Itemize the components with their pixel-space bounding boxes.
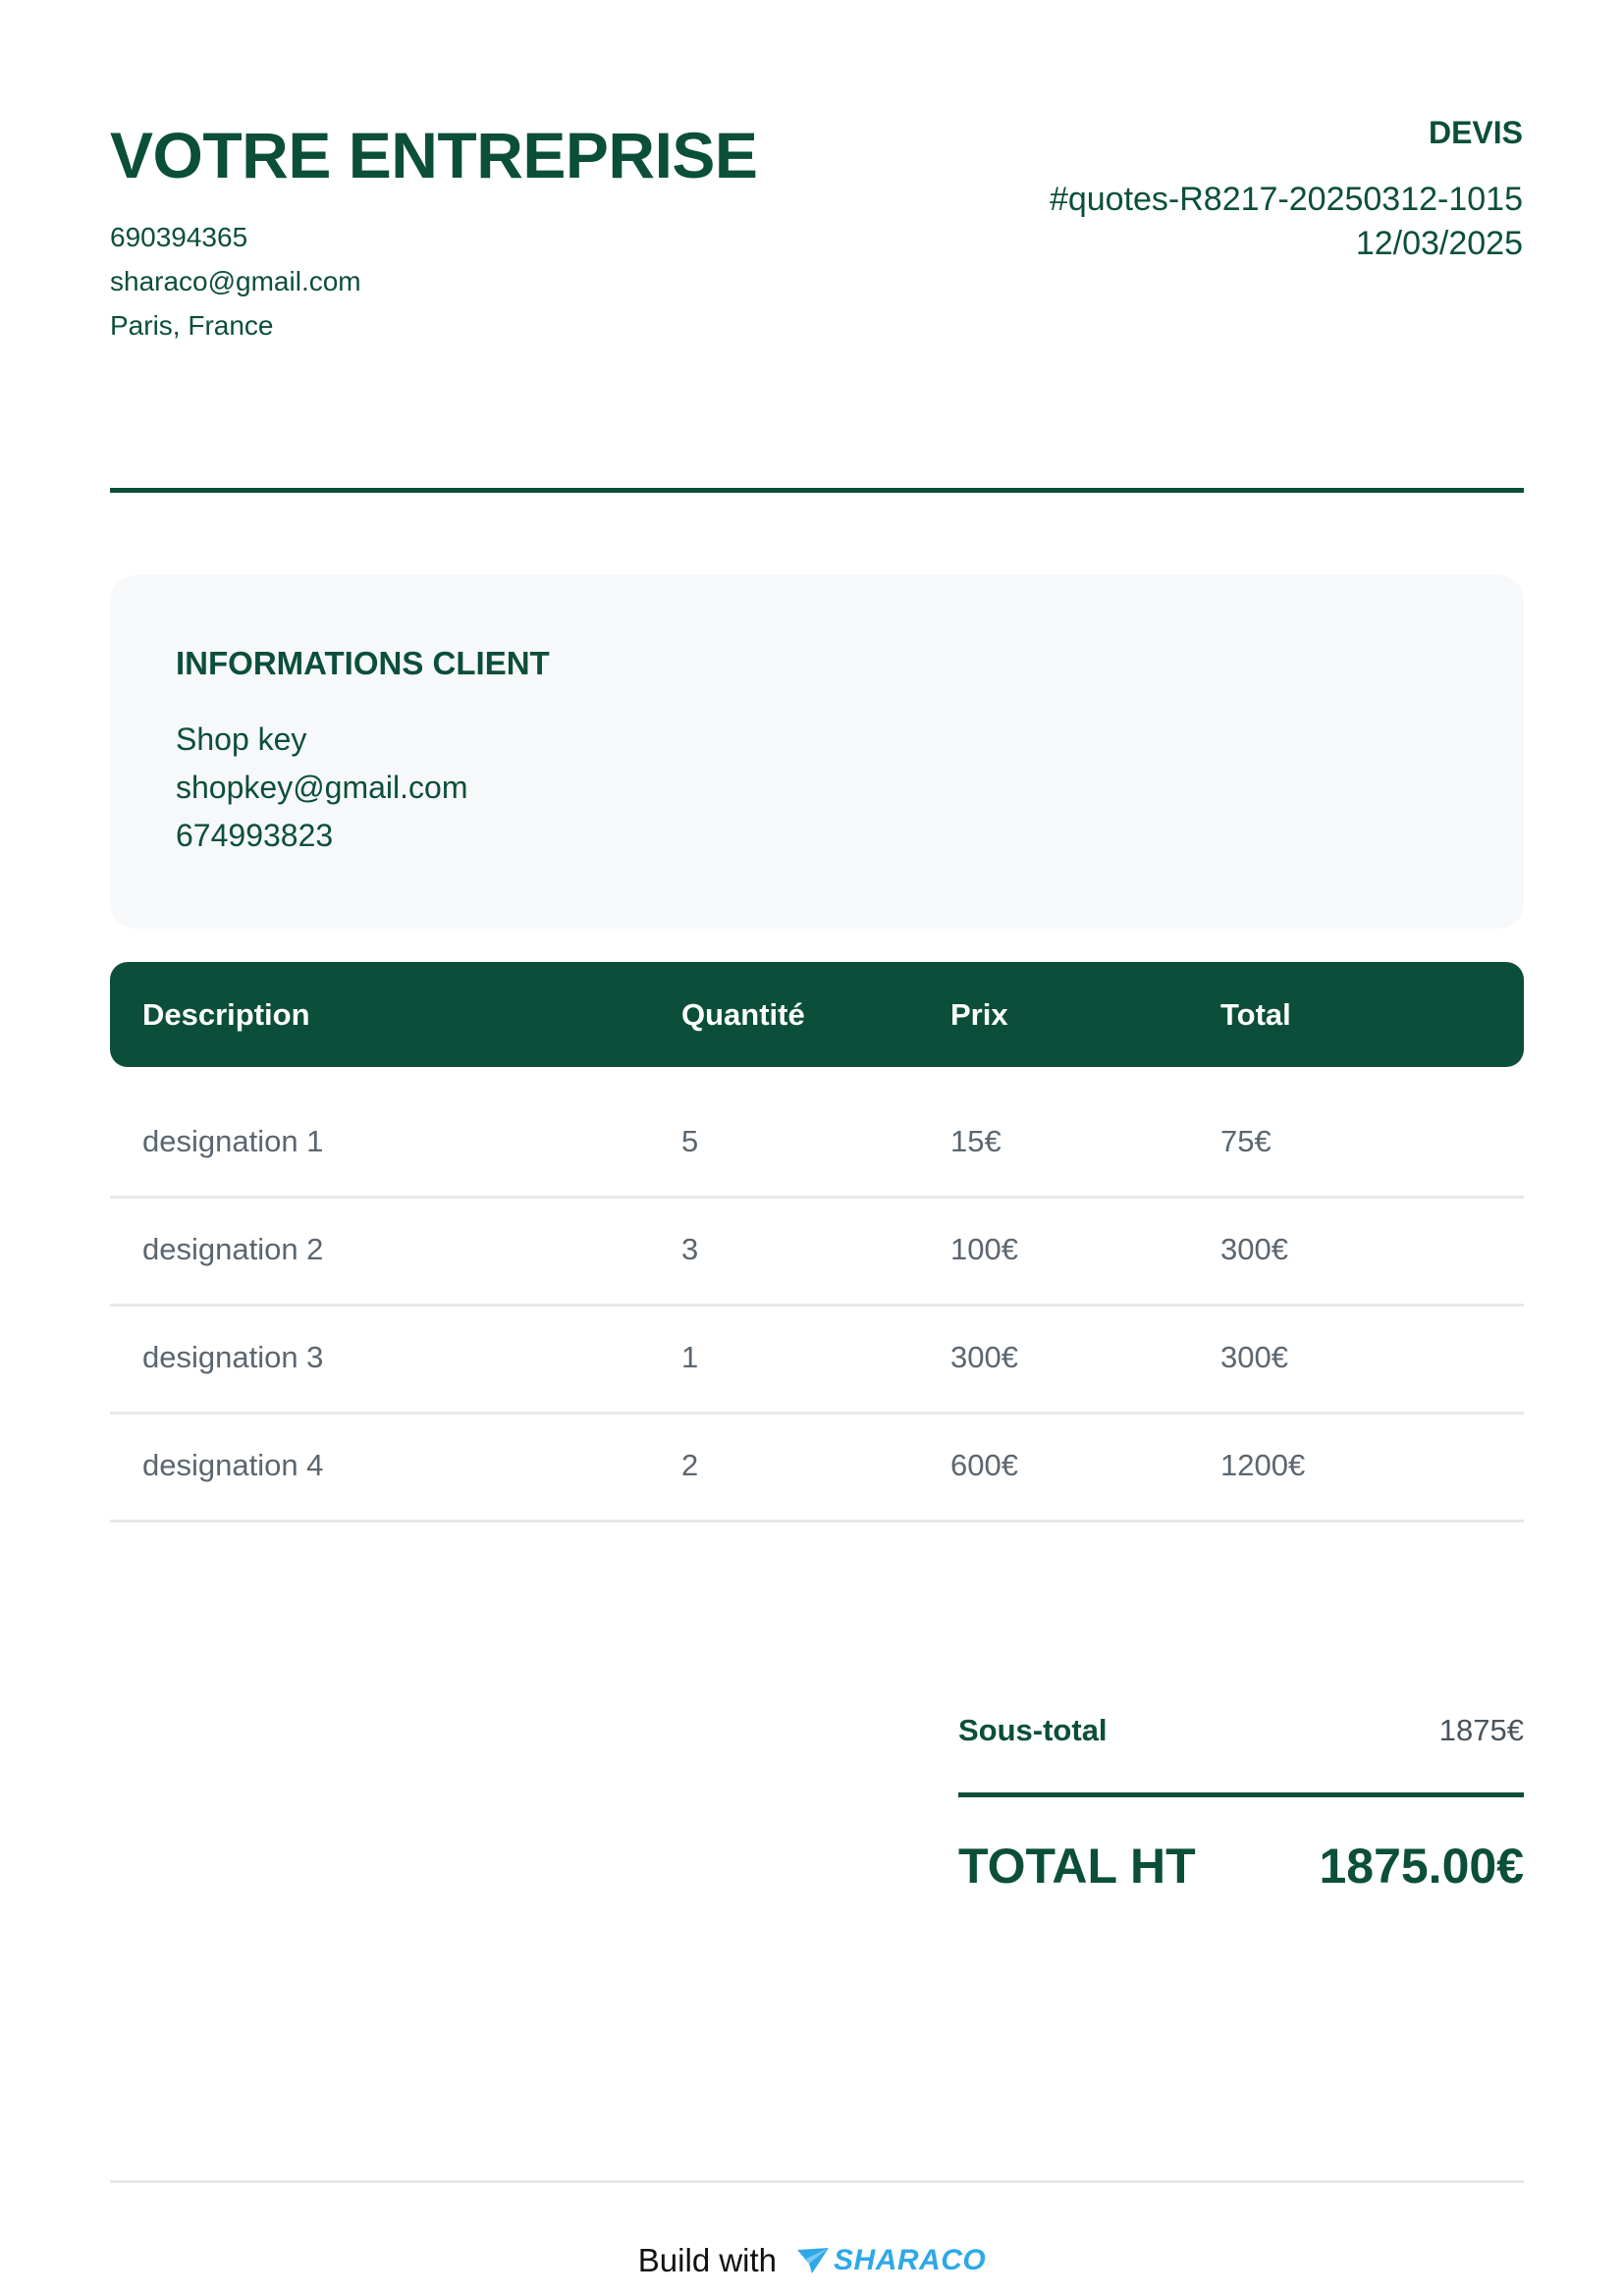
row-total: 300€ — [1220, 1232, 1288, 1266]
row-total: 1200€ — [1220, 1448, 1306, 1482]
company-phone: 690394365 — [110, 222, 248, 252]
company-email: sharaco@gmail.com — [110, 266, 361, 296]
row-description: designation 3 — [142, 1340, 324, 1374]
row-price: 15€ — [950, 1124, 1001, 1158]
row-quantity: 3 — [681, 1232, 699, 1266]
column-header-total: Total — [1220, 997, 1291, 1032]
row-total: 300€ — [1220, 1340, 1288, 1374]
footer-text: Build with — [637, 2242, 778, 2278]
totals-divider — [958, 1792, 1524, 1797]
brand-name: SHARACO — [834, 2244, 987, 2276]
table-row: designation 3 1 300€ 300€ — [110, 1304, 1524, 1415]
row-quantity: 5 — [681, 1124, 699, 1158]
footer-divider — [110, 2180, 1524, 2183]
document-number: #quotes-R8217-20250312-1015 — [1049, 181, 1523, 218]
column-header-description: Description — [142, 997, 310, 1032]
table-header — [110, 962, 1524, 1067]
brand-logo[interactable]: SHARACO — [796, 2244, 986, 2277]
row-price: 100€ — [950, 1232, 1018, 1266]
row-description: designation 2 — [142, 1232, 324, 1266]
row-quantity: 1 — [681, 1340, 699, 1374]
table-row: designation 2 3 100€ 300€ — [110, 1196, 1524, 1307]
column-header-quantity: Quantité — [681, 997, 805, 1032]
paper-plane-icon — [797, 2248, 830, 2273]
client-info-box — [110, 575, 1524, 929]
row-description: designation 1 — [142, 1124, 324, 1158]
table-row: designation 4 2 600€ 1200€ — [110, 1412, 1524, 1522]
row-quantity: 2 — [681, 1448, 699, 1482]
row-description: designation 4 — [142, 1448, 324, 1482]
column-header-price: Prix — [950, 997, 1008, 1032]
company-name: VOTRE ENTREPRISE — [110, 119, 758, 191]
row-price: 300€ — [950, 1340, 1018, 1374]
client-email: shopkey@gmail.com — [176, 770, 468, 805]
document-date: 12/03/2025 — [1355, 225, 1523, 262]
row-total: 75€ — [1220, 1124, 1272, 1158]
document-type: DEVIS — [1428, 115, 1523, 150]
client-info-title: INFORMATIONS CLIENT — [176, 645, 550, 681]
footer: Build with SHARACO — [0, 2236, 1624, 2285]
subtotal-value: 1875€ — [1438, 1713, 1524, 1747]
client-phone: 674993823 — [176, 818, 334, 853]
total-ht-value: 1875.00€ — [1319, 1839, 1524, 1894]
total-ht-label: TOTAL HT — [958, 1839, 1196, 1894]
table-row: designation 1 5 15€ 75€ — [110, 1088, 1524, 1199]
client-name: Shop key — [176, 721, 307, 757]
header-divider — [110, 488, 1524, 493]
subtotal-label: Sous-total — [958, 1713, 1108, 1747]
company-location: Paris, France — [110, 310, 274, 341]
row-price: 600€ — [950, 1448, 1018, 1482]
